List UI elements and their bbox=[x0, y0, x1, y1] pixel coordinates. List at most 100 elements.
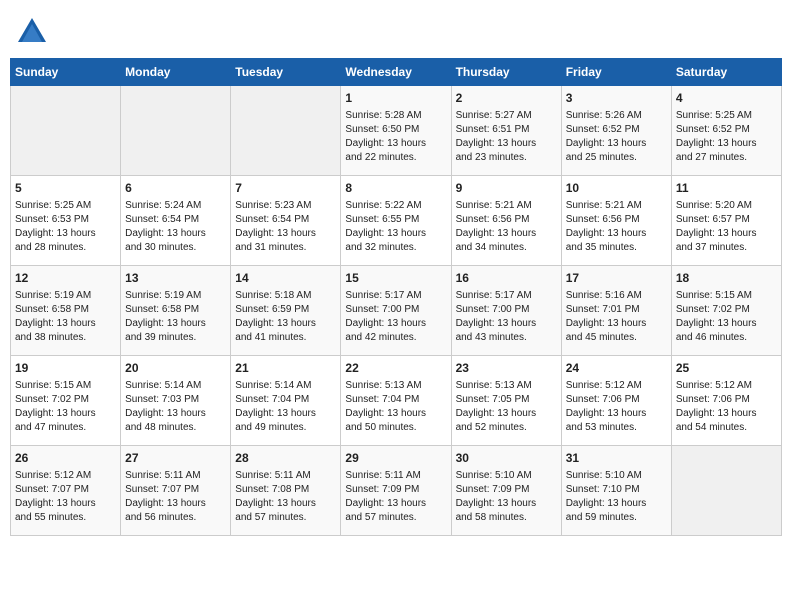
calendar-cell: 17Sunrise: 5:16 AM Sunset: 7:01 PM Dayli… bbox=[561, 266, 671, 356]
calendar-cell: 18Sunrise: 5:15 AM Sunset: 7:02 PM Dayli… bbox=[671, 266, 781, 356]
day-info: Sunrise: 5:21 AM Sunset: 6:56 PM Dayligh… bbox=[566, 199, 667, 255]
calendar-cell: 2 Sunrise: 5:27 AM Sunset: 6:51 PM Daylig… bbox=[451, 86, 561, 176]
calendar-week-row: 26 Sunrise: 5:12 AM Sunset: 7:07 PM Dayli… bbox=[11, 446, 782, 536]
day-number: 21 bbox=[235, 360, 336, 377]
calendar-cell: 3 Sunrise: 5:26 AM Sunset: 6:52 PM Daylig… bbox=[561, 86, 671, 176]
day-info: Sunrise: 5:12 AM Sunset: 7:06 PM Dayligh… bbox=[676, 379, 777, 435]
calendar-cell bbox=[11, 86, 121, 176]
day-number: 6 bbox=[125, 180, 226, 197]
day-header-thursday: Thursday bbox=[451, 59, 561, 86]
day-number: 14 bbox=[235, 270, 336, 287]
day-number: 26 bbox=[15, 450, 116, 467]
day-number: 5 bbox=[15, 180, 116, 197]
day-number: 17 bbox=[566, 270, 667, 287]
calendar-cell: 8Sunrise: 5:22 AM Sunset: 6:55 PM Daylig… bbox=[341, 176, 451, 266]
day-number: 20 bbox=[125, 360, 226, 377]
day-number: 10 bbox=[566, 180, 667, 197]
day-number: 29 bbox=[345, 450, 446, 467]
day-number: 19 bbox=[15, 360, 116, 377]
day-info: Sunrise: 5:18 AM Sunset: 6:59 PM Dayligh… bbox=[235, 289, 336, 345]
calendar-cell: 29 Sunrise: 5:11 AM Sunset: 7:09 PM Dayli… bbox=[341, 446, 451, 536]
calendar-cell bbox=[231, 86, 341, 176]
calendar-cell: 5 Sunrise: 5:25 AM Sunset: 6:53 PM Daylig… bbox=[11, 176, 121, 266]
day-number: 28 bbox=[235, 450, 336, 467]
day-info: Sunrise: 5:12 AM Sunset: 7:06 PM Dayligh… bbox=[566, 379, 667, 435]
day-number: 3 bbox=[566, 90, 667, 107]
day-info: Sunrise: 5:10 AM Sunset: 7:09 PM Dayligh… bbox=[456, 469, 557, 525]
calendar-week-row: 19 Sunrise: 5:15 AM Sunset: 7:02 PM Dayli… bbox=[11, 356, 782, 446]
day-number: 7 bbox=[235, 180, 336, 197]
day-number: 16 bbox=[456, 270, 557, 287]
day-number: 22 bbox=[345, 360, 446, 377]
calendar-cell: 9Sunrise: 5:21 AM Sunset: 6:56 PM Daylig… bbox=[451, 176, 561, 266]
calendar-cell bbox=[121, 86, 231, 176]
calendar-cell: 23 Sunrise: 5:13 AM Sunset: 7:05 PM Dayli… bbox=[451, 356, 561, 446]
calendar-cell: 30 Sunrise: 5:10 AM Sunset: 7:09 PM Dayli… bbox=[451, 446, 561, 536]
calendar-cell: 14 Sunrise: 5:18 AM Sunset: 6:59 PM Dayli… bbox=[231, 266, 341, 356]
day-info: Sunrise: 5:17 AM Sunset: 7:00 PM Dayligh… bbox=[456, 289, 557, 345]
calendar-cell: 4Sunrise: 5:25 AM Sunset: 6:52 PM Daylig… bbox=[671, 86, 781, 176]
day-header-tuesday: Tuesday bbox=[231, 59, 341, 86]
day-info: Sunrise: 5:17 AM Sunset: 7:00 PM Dayligh… bbox=[345, 289, 446, 345]
day-number: 27 bbox=[125, 450, 226, 467]
day-number: 30 bbox=[456, 450, 557, 467]
calendar-cell: 25 Sunrise: 5:12 AM Sunset: 7:06 PM Dayli… bbox=[671, 356, 781, 446]
calendar-cell: 1 Sunrise: 5:28 AM Sunset: 6:50 PM Daylig… bbox=[341, 86, 451, 176]
day-info: Sunrise: 5:19 AM Sunset: 6:58 PM Dayligh… bbox=[15, 289, 116, 345]
calendar-table: SundayMondayTuesdayWednesdayThursdayFrid… bbox=[10, 58, 782, 536]
calendar-cell: 28 Sunrise: 5:11 AM Sunset: 7:08 PM Dayli… bbox=[231, 446, 341, 536]
day-number: 25 bbox=[676, 360, 777, 377]
calendar-cell: 13Sunrise: 5:19 AM Sunset: 6:58 PM Dayli… bbox=[121, 266, 231, 356]
calendar-week-row: 12 Sunrise: 5:19 AM Sunset: 6:58 PM Dayli… bbox=[11, 266, 782, 356]
logo bbox=[14, 14, 54, 50]
calendar-header-row: SundayMondayTuesdayWednesdayThursdayFrid… bbox=[11, 59, 782, 86]
calendar-cell: 15Sunrise: 5:17 AM Sunset: 7:00 PM Dayli… bbox=[341, 266, 451, 356]
day-number: 4 bbox=[676, 90, 777, 107]
day-number: 8 bbox=[345, 180, 446, 197]
day-info: Sunrise: 5:11 AM Sunset: 7:08 PM Dayligh… bbox=[235, 469, 336, 525]
day-info: Sunrise: 5:15 AM Sunset: 7:02 PM Dayligh… bbox=[676, 289, 777, 345]
day-info: Sunrise: 5:14 AM Sunset: 7:03 PM Dayligh… bbox=[125, 379, 226, 435]
calendar-cell bbox=[671, 446, 781, 536]
day-number: 11 bbox=[676, 180, 777, 197]
calendar-cell: 11 Sunrise: 5:20 AM Sunset: 6:57 PM Dayli… bbox=[671, 176, 781, 266]
day-header-wednesday: Wednesday bbox=[341, 59, 451, 86]
calendar-cell: 19 Sunrise: 5:15 AM Sunset: 7:02 PM Dayli… bbox=[11, 356, 121, 446]
calendar-cell: 27 Sunrise: 5:11 AM Sunset: 7:07 PM Dayli… bbox=[121, 446, 231, 536]
day-info: Sunrise: 5:19 AM Sunset: 6:58 PM Dayligh… bbox=[125, 289, 226, 345]
logo-icon bbox=[14, 14, 50, 50]
calendar-cell: 21 Sunrise: 5:14 AM Sunset: 7:04 PM Dayli… bbox=[231, 356, 341, 446]
calendar-cell: 6Sunrise: 5:24 AM Sunset: 6:54 PM Daylig… bbox=[121, 176, 231, 266]
day-number: 24 bbox=[566, 360, 667, 377]
day-info: Sunrise: 5:15 AM Sunset: 7:02 PM Dayligh… bbox=[15, 379, 116, 435]
day-number: 12 bbox=[15, 270, 116, 287]
calendar-cell: 10 Sunrise: 5:21 AM Sunset: 6:56 PM Dayli… bbox=[561, 176, 671, 266]
day-header-sunday: Sunday bbox=[11, 59, 121, 86]
calendar-cell: 24 Sunrise: 5:12 AM Sunset: 7:06 PM Dayli… bbox=[561, 356, 671, 446]
calendar-cell: 22Sunrise: 5:13 AM Sunset: 7:04 PM Dayli… bbox=[341, 356, 451, 446]
day-info: Sunrise: 5:12 AM Sunset: 7:07 PM Dayligh… bbox=[15, 469, 116, 525]
day-number: 1 bbox=[345, 90, 446, 107]
day-info: Sunrise: 5:23 AM Sunset: 6:54 PM Dayligh… bbox=[235, 199, 336, 255]
day-header-friday: Friday bbox=[561, 59, 671, 86]
calendar-week-row: 5 Sunrise: 5:25 AM Sunset: 6:53 PM Daylig… bbox=[11, 176, 782, 266]
day-info: Sunrise: 5:25 AM Sunset: 6:53 PM Dayligh… bbox=[15, 199, 116, 255]
day-info: Sunrise: 5:14 AM Sunset: 7:04 PM Dayligh… bbox=[235, 379, 336, 435]
day-info: Sunrise: 5:11 AM Sunset: 7:09 PM Dayligh… bbox=[345, 469, 446, 525]
day-header-monday: Monday bbox=[121, 59, 231, 86]
calendar-cell: 26 Sunrise: 5:12 AM Sunset: 7:07 PM Dayli… bbox=[11, 446, 121, 536]
day-info: Sunrise: 5:10 AM Sunset: 7:10 PM Dayligh… bbox=[566, 469, 667, 525]
calendar-cell: 16 Sunrise: 5:17 AM Sunset: 7:00 PM Dayli… bbox=[451, 266, 561, 356]
day-number: 2 bbox=[456, 90, 557, 107]
day-info: Sunrise: 5:13 AM Sunset: 7:05 PM Dayligh… bbox=[456, 379, 557, 435]
day-number: 23 bbox=[456, 360, 557, 377]
day-info: Sunrise: 5:28 AM Sunset: 6:50 PM Dayligh… bbox=[345, 109, 446, 165]
day-info: Sunrise: 5:21 AM Sunset: 6:56 PM Dayligh… bbox=[456, 199, 557, 255]
day-info: Sunrise: 5:27 AM Sunset: 6:51 PM Dayligh… bbox=[456, 109, 557, 165]
day-info: Sunrise: 5:20 AM Sunset: 6:57 PM Dayligh… bbox=[676, 199, 777, 255]
day-header-saturday: Saturday bbox=[671, 59, 781, 86]
day-info: Sunrise: 5:26 AM Sunset: 6:52 PM Dayligh… bbox=[566, 109, 667, 165]
day-info: Sunrise: 5:11 AM Sunset: 7:07 PM Dayligh… bbox=[125, 469, 226, 525]
calendar-cell: 7 Sunrise: 5:23 AM Sunset: 6:54 PM Daylig… bbox=[231, 176, 341, 266]
calendar-week-row: 1 Sunrise: 5:28 AM Sunset: 6:50 PM Daylig… bbox=[11, 86, 782, 176]
